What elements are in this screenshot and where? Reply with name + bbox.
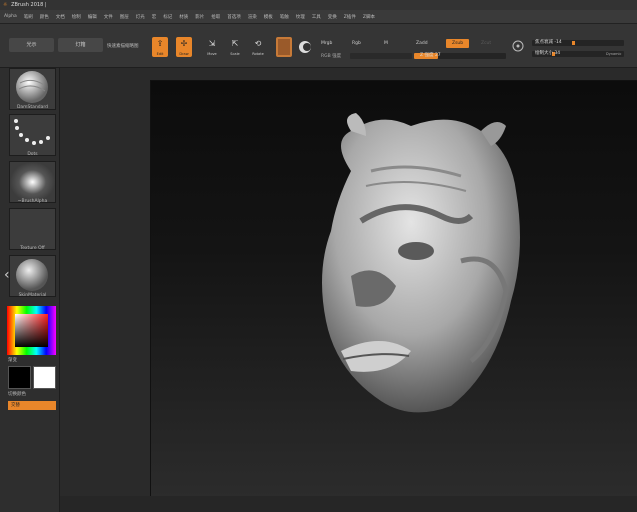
draw-tool-button[interactable]: ✢ Draw: [176, 37, 192, 57]
focal-icon[interactable]: [511, 38, 525, 54]
menu-item[interactable]: 拾取: [211, 14, 220, 20]
menu-item[interactable]: 图层: [120, 14, 129, 20]
rgb-intensity-label[interactable]: RGB 强度: [321, 53, 341, 59]
alternate-button[interactable]: 交替: [8, 401, 56, 410]
mrgb-mode-icon[interactable]: [276, 37, 292, 57]
main-color-swatch[interactable]: [8, 366, 31, 389]
window-title: ZBrush 2018 |: [11, 2, 47, 8]
zsub-button[interactable]: Zsub: [446, 39, 470, 48]
stroke-name: Dots: [27, 152, 38, 157]
zcut-label[interactable]: Zcut: [481, 41, 491, 46]
zadd-label[interactable]: Zadd: [416, 41, 428, 46]
menu-item[interactable]: 工具: [312, 14, 321, 20]
left-tray: DamStandard Dots ~BrushAlpha Texture Off…: [0, 68, 60, 512]
rgb-label[interactable]: Rgb: [352, 41, 361, 46]
menu-item[interactable]: Z脚本: [363, 14, 375, 20]
bottom-shelf: [60, 496, 637, 512]
gradient-label: 渐变: [8, 358, 17, 363]
dynamic-label[interactable]: Dynamic: [606, 51, 621, 57]
document-canvas[interactable]: [150, 80, 637, 500]
edit-icon: ⇪: [156, 39, 164, 48]
dots-stroke-icon: [14, 119, 50, 145]
alpha-slot[interactable]: [9, 161, 56, 203]
stroke-slot[interactable]: [9, 114, 56, 156]
z-intensity-text: Z 强度 27: [420, 53, 441, 58]
rgb-intensity-slider[interactable]: [350, 53, 412, 59]
menu-item[interactable]: 影片: [195, 14, 204, 20]
material-name: SkinMaterial: [18, 293, 47, 298]
menu-item[interactable]: 模板: [264, 14, 273, 20]
draw-icon: ✢: [180, 39, 188, 48]
move-icon: ⇲: [208, 39, 216, 48]
app-logo-icon: ☼: [3, 2, 8, 8]
menu-item[interactable]: 编辑: [88, 14, 97, 20]
material-slot[interactable]: [9, 255, 56, 297]
brush-name: DamStandard: [16, 105, 49, 110]
top-toolbar: 光示 灯箱 快速素描缩略图 ⇪ Edit ✢ Draw ⇲ Move ⇱ Scale ⟲ Rota…: [0, 24, 637, 68]
move-tool-button[interactable]: ⇲ Move: [204, 37, 220, 57]
menu-item[interactable]: 文档: [56, 14, 65, 20]
rotate-icon: ⟲: [254, 39, 262, 48]
secondary-color-swatch[interactable]: [33, 366, 56, 389]
focal-shift-slider[interactable]: 焦点衰减 -14: [532, 40, 624, 46]
quicksketch-label[interactable]: 快速素描缩略图: [107, 43, 139, 49]
menu-item[interactable]: Z插件: [344, 14, 356, 20]
draw-size-text: 绘制大小 34: [535, 51, 561, 56]
scale-tool-caption: Scale: [230, 52, 240, 56]
move-tool-caption: Move: [207, 52, 217, 56]
edit-tool-caption: Edit: [156, 52, 164, 56]
collapse-tray-icon[interactable]: ‹: [4, 268, 10, 282]
m-label[interactable]: M: [384, 41, 388, 46]
menu-item[interactable]: 绘制: [72, 14, 81, 20]
projection-button[interactable]: 光示: [9, 38, 54, 52]
material-sphere-icon[interactable]: [297, 37, 313, 57]
rotate-tool-caption: Rotate: [252, 52, 264, 56]
menu-item[interactable]: 笔刷: [24, 14, 33, 20]
edit-tool-button[interactable]: ⇪ Edit: [152, 37, 168, 57]
title-bar: ☼ ZBrush 2018 |: [0, 0, 637, 10]
scale-icon: ⇱: [231, 39, 239, 48]
mrgb-label[interactable]: Mrgb: [321, 41, 332, 46]
menu-item[interactable]: 宏: [152, 14, 157, 20]
lightbox-button[interactable]: 灯箱: [58, 38, 103, 52]
menu-item[interactable]: 文件: [104, 14, 113, 20]
sculpted-head-model[interactable]: [311, 101, 551, 431]
menu-item[interactable]: 笔触: [280, 14, 289, 20]
menu-item[interactable]: 颜色: [40, 14, 49, 20]
color-picker-gradient: [7, 306, 56, 355]
alpha-name: ~BrushAlpha: [17, 199, 48, 204]
menu-item[interactable]: 首选项: [227, 14, 241, 20]
menu-item[interactable]: 变换: [328, 14, 337, 20]
z-intensity-slider[interactable]: Z 强度 27: [414, 53, 506, 59]
color-picker[interactable]: [7, 306, 56, 355]
menu-item[interactable]: 灯光: [136, 14, 145, 20]
focal-shift-text: 焦点衰减 -14: [535, 40, 562, 45]
rotate-tool-button[interactable]: ⟲ Rotate: [250, 37, 266, 57]
menu-item[interactable]: 纹理: [296, 14, 305, 20]
menu-item[interactable]: Alpha: [4, 14, 17, 19]
menu-item[interactable]: 材质: [179, 14, 188, 20]
material-sphere-preview-icon: [16, 259, 48, 291]
menu-item[interactable]: 标记: [163, 14, 172, 20]
alpha-brush-icon: [10, 162, 55, 202]
texture-slot[interactable]: [9, 208, 56, 250]
brush-sphere-icon: [16, 71, 48, 103]
draw-tool-caption: Draw: [179, 52, 189, 56]
menu-item[interactable]: 渲染: [248, 14, 257, 20]
brush-slot[interactable]: [9, 68, 56, 110]
menu-bar: Alpha 笔刷 颜色 文档 绘制 编辑 文件 图层 灯光 宏标记 材质 影片 拾取 首选项 渲染 模板 笔触 纹…: [0, 10, 637, 24]
texture-name: Texture Off: [20, 246, 45, 251]
switch-color-label[interactable]: 切换颜色: [8, 391, 55, 397]
scale-tool-button[interactable]: ⇱ Scale: [227, 37, 243, 57]
draw-size-slider[interactable]: 绘制大小 34 Dynamic: [532, 51, 624, 57]
